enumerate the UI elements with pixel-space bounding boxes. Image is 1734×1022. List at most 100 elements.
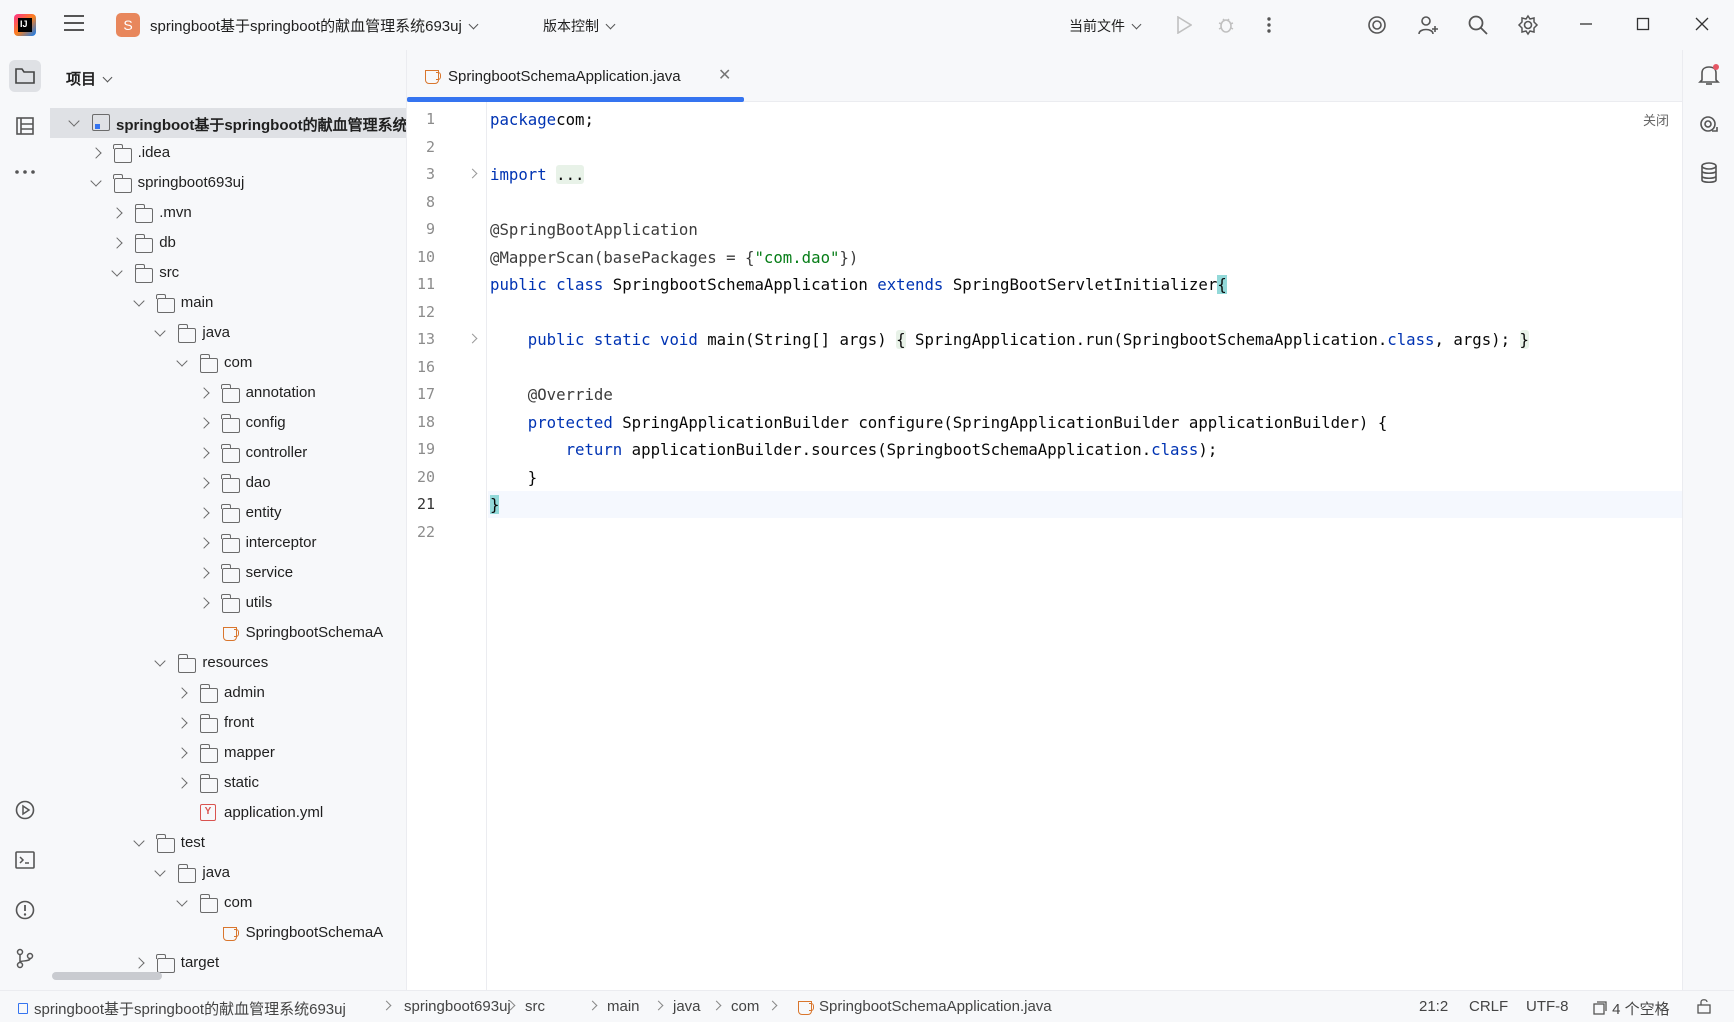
editor-tab[interactable]: SpringbootSchemaApplication.java ✕ xyxy=(407,50,744,102)
problems-tool-button[interactable] xyxy=(9,894,41,926)
breadcrumb-item[interactable]: src xyxy=(525,998,545,1015)
ai-chat-icon[interactable] xyxy=(1696,112,1722,138)
project-tool-button[interactable] xyxy=(9,60,41,92)
tree-item[interactable]: entity xyxy=(50,498,406,528)
tree-item[interactable]: test xyxy=(50,828,406,858)
line-separator[interactable]: CRLF xyxy=(1469,998,1508,1015)
chevron-down-icon[interactable] xyxy=(176,355,188,367)
chevron-right-icon[interactable] xyxy=(197,537,210,549)
close-hint[interactable]: 关闭 xyxy=(1643,110,1669,129)
chevron-down-icon[interactable] xyxy=(111,265,123,277)
breadcrumb-item[interactable]: springboot基于springboot的献血管理系统693uj xyxy=(34,998,346,1019)
debug-icon[interactable] xyxy=(1214,13,1238,37)
tree-item[interactable]: SpringbootSchemaA xyxy=(50,618,406,648)
tree-item[interactable]: java xyxy=(50,318,406,348)
lock-icon[interactable] xyxy=(1696,998,1712,1018)
editor-area: SpringbootSchemaApplication.java ✕ 12389… xyxy=(406,50,1683,990)
chevron-down-icon[interactable] xyxy=(176,895,188,907)
breadcrumb-item[interactable]: springboot693uj xyxy=(404,998,511,1015)
chevron-right-icon[interactable] xyxy=(197,417,210,429)
tree-item[interactable]: resources xyxy=(50,648,406,678)
tree-item[interactable]: src xyxy=(50,258,406,288)
tree-item[interactable]: annotation xyxy=(50,378,406,408)
chevron-right-icon[interactable] xyxy=(89,147,102,159)
chevron-down-icon[interactable] xyxy=(154,865,167,877)
chevron-right-icon[interactable] xyxy=(176,717,188,729)
tree-item[interactable]: interceptor xyxy=(50,528,406,558)
database-icon[interactable] xyxy=(1696,160,1722,186)
tree-item[interactable]: springboot基于springboot的献血管理系统693uj xyxy=(50,108,406,138)
terminal-tool-button[interactable] xyxy=(9,844,41,876)
chevron-right-icon[interactable] xyxy=(111,237,123,249)
run-icon[interactable] xyxy=(1172,13,1196,37)
chevron-down-icon[interactable] xyxy=(133,295,145,307)
tree-item[interactable]: springboot693uj xyxy=(50,168,406,198)
chevron-down-icon[interactable] xyxy=(154,655,167,667)
tree-item[interactable]: com xyxy=(50,348,406,378)
maximize-icon[interactable] xyxy=(1631,13,1655,37)
breadcrumb-item[interactable]: SpringbootSchemaApplication.java xyxy=(819,998,1052,1015)
ai-assistant-icon[interactable] xyxy=(1365,13,1389,37)
services-tool-button[interactable] xyxy=(9,794,41,826)
tree-item[interactable]: main xyxy=(50,288,406,318)
tree-item[interactable]: .idea xyxy=(50,138,406,168)
close-tab-icon[interactable]: ✕ xyxy=(718,65,731,85)
search-icon[interactable] xyxy=(1466,13,1490,37)
tree-item[interactable]: SpringbootSchemaA xyxy=(50,918,406,948)
chevron-down-icon[interactable] xyxy=(68,115,80,127)
chevron-down-icon[interactable] xyxy=(154,325,167,337)
chevron-right-icon[interactable] xyxy=(197,567,210,579)
chevron-right-icon[interactable] xyxy=(197,597,210,609)
minimize-icon[interactable] xyxy=(1574,13,1598,37)
vcs-menu[interactable]: 版本控制 xyxy=(543,16,616,36)
tree-item[interactable]: static xyxy=(50,768,406,798)
code-token: } xyxy=(490,495,500,514)
tree-item[interactable]: controller xyxy=(50,438,406,468)
add-user-icon[interactable] xyxy=(1416,13,1440,37)
caret-position[interactable]: 21:2 xyxy=(1419,998,1448,1015)
breadcrumb-item[interactable]: main xyxy=(607,998,640,1015)
project-selector[interactable]: springboot基于springboot的献血管理系统693uj xyxy=(150,15,479,36)
chevron-right-icon[interactable] xyxy=(197,477,210,489)
tree-item[interactable]: dao xyxy=(50,468,406,498)
breadcrumb-item[interactable]: java xyxy=(673,998,701,1015)
tree-item[interactable]: admin xyxy=(50,678,406,708)
tree-item[interactable]: Yapplication.yml xyxy=(50,798,406,828)
chevron-right-icon[interactable] xyxy=(197,507,210,519)
more-tools-button[interactable] xyxy=(9,156,41,188)
notifications-icon[interactable] xyxy=(1696,62,1722,88)
code-editor[interactable]: packagecom; import ... @SpringBootApplicat… xyxy=(407,102,1683,990)
breadcrumb-item[interactable]: com xyxy=(731,998,759,1015)
folder-icon xyxy=(199,354,218,373)
project-badge[interactable]: S xyxy=(116,13,140,37)
indent-setting[interactable]: 4 个空格 xyxy=(1592,998,1670,1019)
chevron-down-icon[interactable] xyxy=(89,175,102,187)
git-tool-button[interactable] xyxy=(9,942,41,974)
tree-item[interactable]: com xyxy=(50,888,406,918)
run-config-selector[interactable]: 当前文件 xyxy=(1069,16,1142,36)
project-panel-header[interactable]: 项目 xyxy=(66,68,113,89)
horizontal-scrollbar[interactable] xyxy=(52,972,162,980)
tree-item[interactable]: db xyxy=(50,228,406,258)
tree-item[interactable]: front xyxy=(50,708,406,738)
chevron-right-icon[interactable] xyxy=(176,687,188,699)
chevron-right-icon[interactable] xyxy=(197,387,210,399)
tree-item[interactable]: service xyxy=(50,558,406,588)
more-vertical-icon[interactable] xyxy=(1257,13,1281,37)
file-encoding[interactable]: UTF-8 xyxy=(1526,998,1569,1015)
gear-icon[interactable] xyxy=(1516,13,1540,37)
chevron-right-icon[interactable] xyxy=(176,747,188,759)
tree-item[interactable]: java xyxy=(50,858,406,888)
chevron-down-icon[interactable] xyxy=(133,835,145,847)
chevron-right-icon[interactable] xyxy=(133,957,145,969)
chevron-right-icon[interactable] xyxy=(111,207,123,219)
chevron-right-icon[interactable] xyxy=(176,777,188,789)
chevron-right-icon[interactable] xyxy=(197,447,210,459)
structure-tool-button[interactable] xyxy=(9,110,41,142)
close-window-icon[interactable] xyxy=(1690,13,1714,37)
tree-item[interactable]: mapper xyxy=(50,738,406,768)
main-menu-icon[interactable] xyxy=(64,15,84,33)
tree-item[interactable]: utils xyxy=(50,588,406,618)
tree-item[interactable]: config xyxy=(50,408,406,438)
tree-item[interactable]: .mvn xyxy=(50,198,406,228)
